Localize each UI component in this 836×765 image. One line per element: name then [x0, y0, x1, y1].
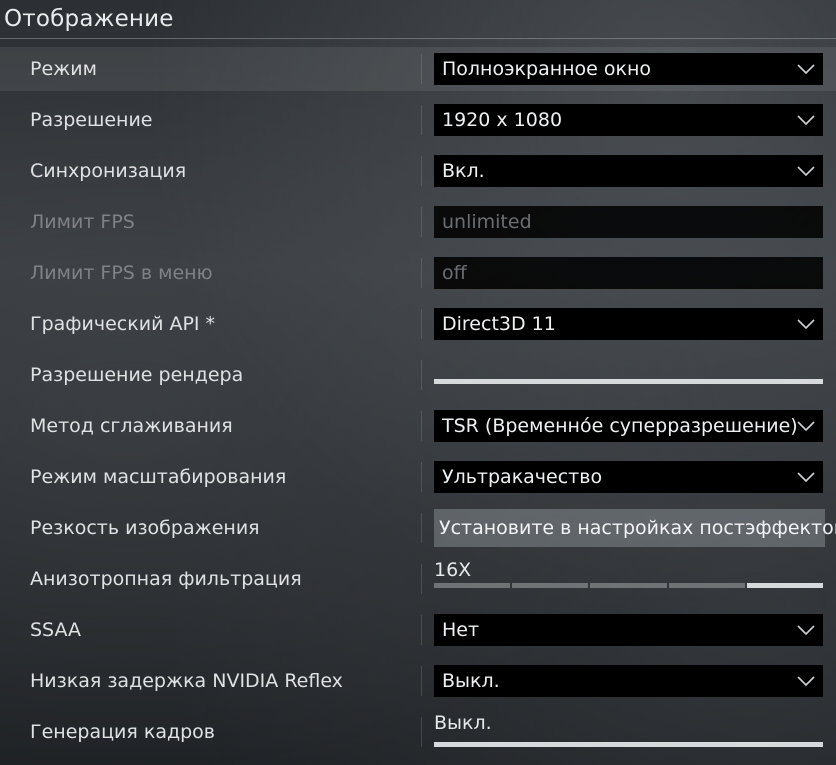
- upscaling-mode-dropdown[interactable]: Ультракачество: [434, 461, 823, 493]
- graphics-api-dropdown[interactable]: Direct3D 11: [434, 308, 823, 340]
- anisotropic-filtering-slider[interactable]: [434, 583, 824, 588]
- row-divider: [421, 54, 422, 84]
- chevron-down-icon: [797, 64, 815, 75]
- setting-label: Разрешение рендера: [30, 364, 244, 386]
- setting-label: Графический API *: [30, 313, 216, 335]
- setting-label: Разрешение: [30, 109, 153, 131]
- setting-row-graphics-api[interactable]: Графический API * Direct3D 11: [0, 302, 836, 346]
- setting-row-render-resolution[interactable]: Разрешение рендера: [0, 353, 836, 397]
- menu-fps-limit-field: off: [434, 257, 823, 289]
- dropdown-value: 1920 x 1080: [442, 109, 563, 131]
- setting-row-sharpness[interactable]: Резкость изображения Установите в настро…: [0, 506, 836, 550]
- frame-generation-slider[interactable]: [434, 742, 823, 747]
- title-divider: [0, 38, 836, 39]
- row-divider: [421, 360, 422, 390]
- field-value: unlimited: [442, 211, 532, 233]
- chevron-down-icon: [797, 166, 815, 177]
- setting-row-antialiasing[interactable]: Метод сглаживания TSR (Временно́е суперр…: [0, 404, 836, 448]
- setting-row-anisotropic-filtering[interactable]: Анизотропная фильтрация 16X: [0, 557, 836, 601]
- slider-step[interactable]: [512, 583, 589, 588]
- slider-step[interactable]: [590, 583, 667, 588]
- setting-label: Лимит FPS: [30, 211, 135, 233]
- slider-step[interactable]: [434, 583, 511, 588]
- row-divider: [421, 309, 422, 339]
- setting-row-frame-generation[interactable]: Генерация кадров Выкл.: [0, 710, 836, 754]
- setting-label: Лимит FPS в меню: [30, 262, 213, 284]
- row-divider: [421, 258, 422, 288]
- render-resolution-slider[interactable]: [434, 379, 823, 384]
- row-divider: [421, 207, 422, 237]
- slider-step-selected[interactable]: [746, 583, 824, 588]
- setting-label: Генерация кадров: [30, 721, 215, 743]
- row-divider: [421, 615, 422, 645]
- setting-row-resolution[interactable]: Разрешение 1920 x 1080: [0, 98, 836, 142]
- ssaa-dropdown[interactable]: Нет: [434, 614, 823, 646]
- setting-label: Метод сглаживания: [30, 415, 233, 437]
- row-divider: [421, 564, 422, 594]
- dropdown-value: Ультракачество: [442, 466, 603, 488]
- page-title: Отображение: [4, 6, 174, 32]
- setting-row-upscaling-mode[interactable]: Режим масштабирования Ультракачество: [0, 455, 836, 499]
- chevron-down-icon: [797, 115, 815, 126]
- row-divider: [421, 411, 422, 441]
- slider-value: Выкл.: [434, 712, 492, 734]
- setting-label: Режим: [30, 58, 97, 80]
- chevron-down-icon: [797, 319, 815, 330]
- button-label: Установите в настройках постэффектов: [439, 517, 836, 539]
- antialiasing-dropdown[interactable]: TSR (Временно́е суперразрешение): [434, 410, 823, 442]
- row-divider: [421, 513, 422, 543]
- row-divider: [421, 462, 422, 492]
- setting-row-display-mode[interactable]: Режим Полноэкранное окно: [0, 47, 836, 91]
- setting-label: Режим масштабирования: [30, 466, 287, 488]
- row-divider: [421, 156, 422, 186]
- setting-row-fps-limit: Лимит FPS unlimited: [0, 200, 836, 244]
- row-divider: [421, 105, 422, 135]
- setting-label: Синхронизация: [30, 160, 187, 182]
- dropdown-value: Нет: [442, 619, 480, 641]
- vsync-dropdown[interactable]: Вкл.: [434, 155, 823, 187]
- chevron-down-icon: [797, 676, 815, 687]
- setting-label: Резкость изображения: [30, 517, 260, 539]
- row-divider: [421, 666, 422, 696]
- field-value: off: [442, 262, 467, 284]
- fps-limit-field: unlimited: [434, 206, 823, 238]
- setting-label: Низкая задержка NVIDIA Reflex: [30, 670, 343, 692]
- chevron-down-icon: [797, 625, 815, 636]
- chevron-down-icon: [797, 421, 815, 432]
- setting-row-ssaa[interactable]: SSAA Нет: [0, 608, 836, 652]
- chevron-down-icon: [797, 472, 815, 483]
- resolution-dropdown[interactable]: 1920 x 1080: [434, 104, 823, 136]
- slider-value: 16X: [434, 559, 472, 581]
- dropdown-value: Вкл.: [442, 160, 485, 182]
- nvidia-reflex-dropdown[interactable]: Выкл.: [434, 665, 823, 697]
- dropdown-value: Direct3D 11: [442, 313, 556, 335]
- dropdown-value: Выкл.: [442, 670, 500, 692]
- row-divider: [421, 717, 422, 747]
- slider-step[interactable]: [668, 583, 745, 588]
- setting-row-vsync[interactable]: Синхронизация Вкл.: [0, 149, 836, 193]
- setting-row-menu-fps-limit: Лимит FPS в меню off: [0, 251, 836, 295]
- postfx-settings-button[interactable]: Установите в настройках постэффектов: [434, 509, 836, 547]
- setting-label: SSAA: [30, 619, 81, 641]
- dropdown-value: Полноэкранное окно: [442, 58, 652, 80]
- display-mode-dropdown[interactable]: Полноэкранное окно: [434, 53, 823, 85]
- setting-row-nvidia-reflex[interactable]: Низкая задержка NVIDIA Reflex Выкл.: [0, 659, 836, 703]
- dropdown-value: TSR (Временно́е суперразрешение): [442, 415, 798, 437]
- setting-label: Анизотропная фильтрация: [30, 568, 302, 590]
